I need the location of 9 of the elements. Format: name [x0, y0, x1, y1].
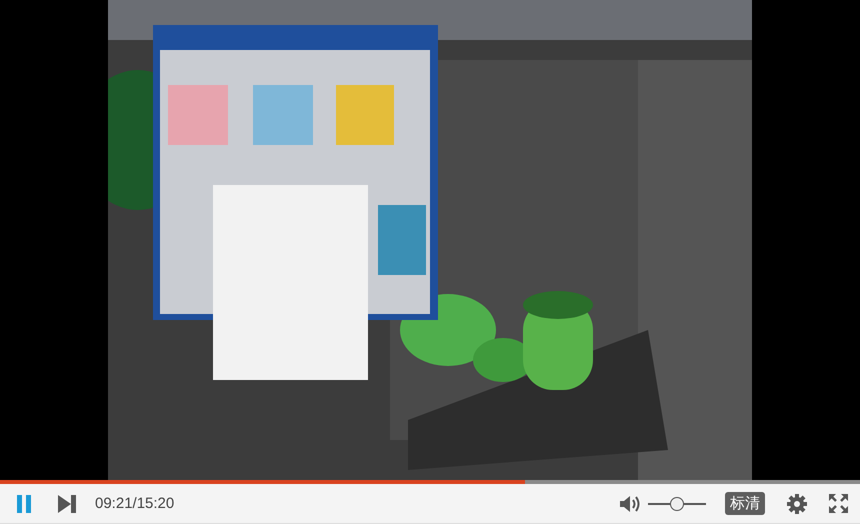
time-display: 09:21/15:20 — [95, 495, 174, 512]
pause-button[interactable] — [16, 494, 32, 512]
settings-icon[interactable] — [787, 494, 807, 514]
fullscreen-icon[interactable] — [829, 494, 848, 513]
quality-button[interactable]: 标清 — [725, 492, 765, 515]
volume-slider[interactable] — [648, 496, 706, 510]
volume-thumb[interactable] — [670, 496, 684, 510]
next-button[interactable] — [58, 494, 77, 512]
volume-icon[interactable] — [620, 496, 640, 512]
